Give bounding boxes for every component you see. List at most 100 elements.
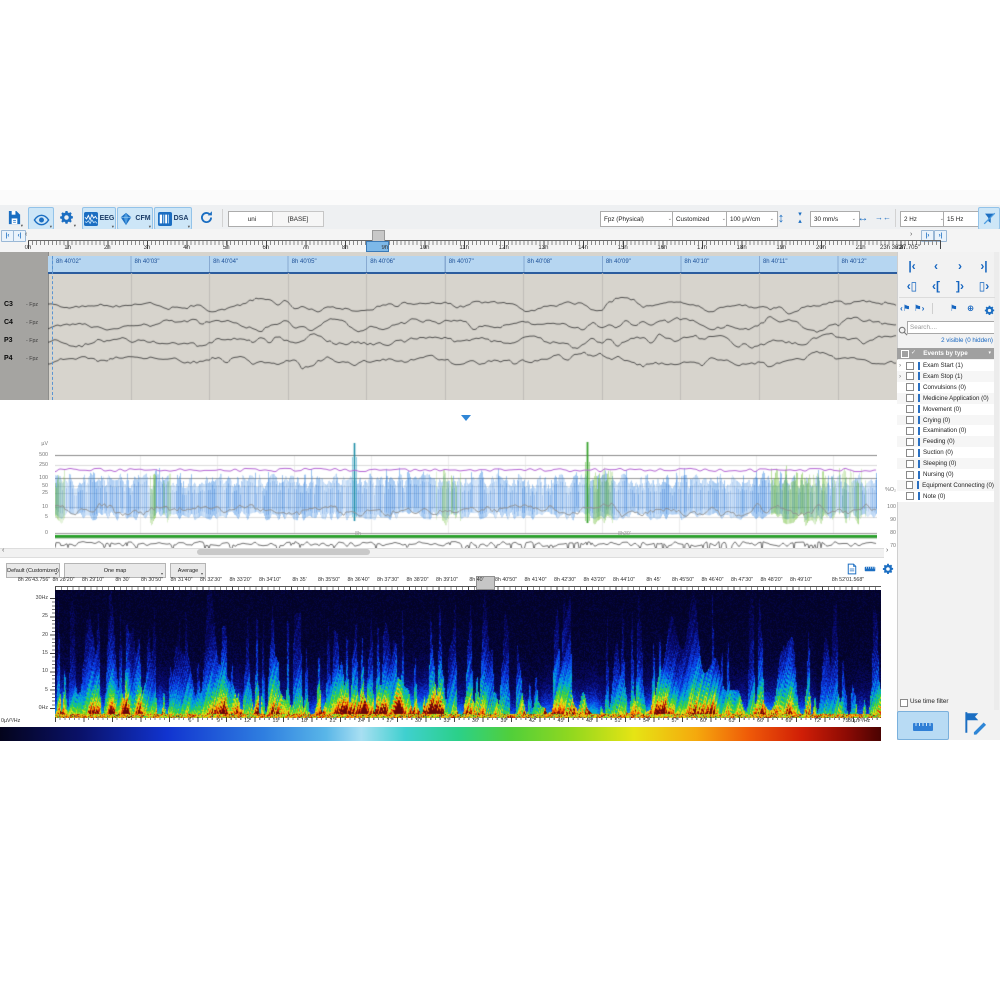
uni-button[interactable]: uni xyxy=(228,211,276,227)
event-type-row[interactable]: Convulsions (0) xyxy=(897,382,994,393)
flag-button[interactable]: ⚑ xyxy=(950,303,958,314)
expand-icon[interactable]: › xyxy=(897,373,906,380)
event-label: Examination (0) xyxy=(923,427,966,434)
search-input[interactable] xyxy=(907,321,997,334)
event-type-row[interactable]: › Exam Stop (1) xyxy=(897,371,994,382)
trend-scroll-left-icon[interactable]: ‹ xyxy=(2,547,4,554)
goto-first-event-button[interactable]: |‹ xyxy=(901,258,923,274)
event-checkbox[interactable] xyxy=(906,427,914,435)
next-event-button[interactable]: › xyxy=(949,258,971,274)
use-time-filter-checkbox[interactable] xyxy=(900,699,908,707)
event-checkbox[interactable] xyxy=(906,471,914,479)
goto-last-event-button[interactable]: ›| xyxy=(973,258,995,274)
events-settings-gear-icon[interactable] xyxy=(984,303,995,314)
shrink-vertical-button[interactable]: ▾▴ xyxy=(793,207,807,228)
overview-timeline-ruler[interactable] xyxy=(28,240,941,249)
event-checkbox[interactable] xyxy=(906,460,914,468)
next-flag-button[interactable]: ⚑› xyxy=(914,303,924,314)
panel-splitter-icon[interactable] xyxy=(461,415,471,421)
event-checkbox[interactable] xyxy=(906,405,914,413)
event-checkbox[interactable] xyxy=(906,492,914,500)
export-icon[interactable] xyxy=(846,562,858,574)
dsa-spectrogram-plot[interactable] xyxy=(55,590,881,718)
scroll-left-icon[interactable]: ‹ xyxy=(25,231,27,238)
event-label: Medicine Application (0) xyxy=(923,395,989,402)
trend-ytick-label: 25 xyxy=(18,490,48,496)
map-average-button[interactable]: Average▾ xyxy=(170,563,206,578)
event-type-row[interactable]: Feeding (0) xyxy=(897,436,994,447)
sensitivity-select[interactable]: 100 µV/cm⌄ xyxy=(726,211,778,227)
event-checkbox[interactable] xyxy=(906,394,914,402)
sidebar-scrollbar[interactable] xyxy=(994,252,999,710)
edit-marker-icon[interactable] xyxy=(962,710,988,736)
map-mode-button[interactable]: One map▾ xyxy=(64,563,166,578)
event-type-row[interactable]: Medicine Application (0) xyxy=(897,393,994,404)
eeg-timestamp: 8h 40'07" xyxy=(449,259,474,265)
event-checkbox[interactable] xyxy=(906,449,914,457)
lowcut-select[interactable]: 2 Hz⌄ xyxy=(900,211,948,227)
view-button[interactable]: ▾ xyxy=(28,207,54,230)
eeg-traces-plot[interactable] xyxy=(48,273,897,400)
event-checkbox[interactable] xyxy=(906,383,914,391)
event-color-bar xyxy=(918,471,920,479)
cfm-view-button[interactable]: CFM▾ xyxy=(117,207,153,230)
event-label: Exam Stop (1) xyxy=(923,373,963,380)
time-scale-button[interactable] xyxy=(897,711,949,740)
event-type-row[interactable]: Note (0) xyxy=(897,491,994,502)
events-header-label: Events by type xyxy=(897,350,994,357)
refresh-button[interactable] xyxy=(195,207,217,228)
events-header[interactable]: ✓ Events by type ▾ xyxy=(897,348,994,359)
dsa-time-label: 8h 40' xyxy=(469,577,483,583)
eeg-view-button[interactable]: EEG▾ xyxy=(82,207,116,230)
event-checkbox[interactable] xyxy=(906,372,914,380)
event-checkbox[interactable] xyxy=(906,362,914,370)
event-type-row[interactable]: Examination (0) xyxy=(897,425,994,436)
event-type-row[interactable]: ›Exam Start (1) xyxy=(897,360,994,371)
event-type-row[interactable]: Suction (0) xyxy=(897,447,994,458)
save-button[interactable]: ▾ xyxy=(4,207,24,228)
event-type-row[interactable]: Nursing (0) xyxy=(897,469,994,480)
event-checkbox[interactable] xyxy=(906,481,914,489)
prev-page-event-button[interactable]: ‹▯ xyxy=(901,278,923,294)
eeg-timestamp: 8h 40'10" xyxy=(684,259,709,265)
prev-marker-button[interactable]: ‹[ xyxy=(925,278,947,294)
event-color-bar xyxy=(918,394,920,402)
prev-event-button[interactable]: ‹ xyxy=(925,258,947,274)
event-color-bar xyxy=(918,492,920,500)
trend-right-tick-label: 100 xyxy=(858,504,896,510)
trend-scrollbar[interactable] xyxy=(0,548,884,558)
shrink-horizontal-button[interactable]: →← xyxy=(874,207,892,228)
profile-select[interactable]: Customized⌄ xyxy=(672,211,730,227)
event-checkbox[interactable] xyxy=(906,416,914,424)
titlebar: ELMIKO® DigiTrack™ Studio — M. 0X99D66C4… xyxy=(0,190,1000,205)
trend-plot[interactable] xyxy=(55,437,877,556)
map-preset-button[interactable]: Default (Customized)▾ xyxy=(6,563,60,578)
base-button[interactable]: [BASE] xyxy=(272,211,324,227)
next-page-event-button[interactable]: ▯› xyxy=(973,278,995,294)
dsa-settings-gear-icon[interactable] xyxy=(882,562,894,574)
dsa-view-button[interactable]: DSA▾ xyxy=(154,207,192,230)
next-marker-button[interactable]: ]› xyxy=(949,278,971,294)
trend-scrollbar-thumb[interactable] xyxy=(197,549,370,555)
speed-select[interactable]: 30 mm/s⌄ xyxy=(810,211,860,227)
event-type-row[interactable]: Equipment Connecting (0) xyxy=(897,480,994,491)
montage-select[interactable]: Fpz (Physical)⌄ xyxy=(600,211,676,227)
globe-clock-icon[interactable]: ⊕ xyxy=(967,303,974,314)
event-type-row[interactable]: Movement (0) xyxy=(897,404,994,415)
hour-label: 16h xyxy=(657,245,667,251)
settings-button[interactable]: ▾ xyxy=(55,207,77,228)
expand-icon[interactable]: › xyxy=(897,362,906,369)
prev-flag-button[interactable]: ‹⚑ xyxy=(900,303,910,314)
expand-vertical-button[interactable]: ↕ xyxy=(774,207,788,228)
notch-filter-button[interactable] xyxy=(978,207,1000,230)
event-type-row[interactable]: Sleeping (0) xyxy=(897,458,994,469)
ruler-icon[interactable] xyxy=(864,562,876,574)
scroll-right-icon[interactable]: › xyxy=(910,231,912,238)
event-color-bar xyxy=(918,362,920,370)
event-label: Feeding (0) xyxy=(923,438,955,445)
event-label: Crying (0) xyxy=(923,417,950,424)
hour-label: 13h xyxy=(538,245,548,251)
event-checkbox[interactable] xyxy=(906,438,914,446)
event-type-row[interactable]: Crying (0) xyxy=(897,415,994,426)
expand-horizontal-button[interactable]: ↔ xyxy=(855,207,871,228)
